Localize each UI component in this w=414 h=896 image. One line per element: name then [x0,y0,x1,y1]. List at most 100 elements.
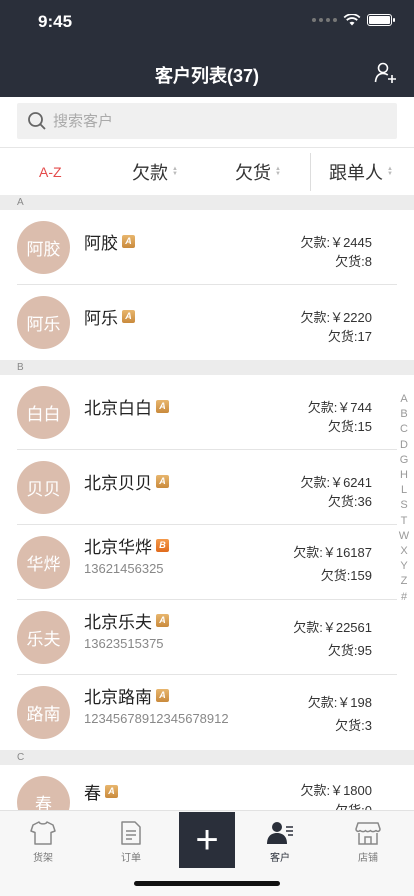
customer-phone: 12345678912345678912 [84,711,229,726]
level-badge: A [156,475,169,488]
status-icons [312,14,395,26]
customer-row[interactable]: 春 春A 欠款:￥1800 欠货:0 [0,765,414,810]
debt-amount: 欠款:￥2220 [300,310,372,325]
wifi-icon [343,14,361,26]
customer-name-text: 北京华烨 [84,538,152,557]
index-letter[interactable]: # [401,590,407,605]
goods-owed: 欠货:36 [327,494,372,509]
tab-orders[interactable]: 订单 [101,819,161,864]
customer-row[interactable]: 乐夫 北京乐夫 A 13623515375 欠款:￥22561 欠货:95 [0,600,414,675]
customer-list[interactable]: A 阿胶 阿胶 A 欠款:￥2445 欠货:8 阿乐 阿乐 A 欠款:￥2220 欠… [0,195,414,810]
index-letter[interactable]: T [401,514,408,529]
avatar: 白白 [17,386,70,439]
level-badge: A [105,785,118,798]
debt-amount: 欠款:￥16187 [293,545,372,560]
level-badge: A [156,400,169,413]
level-badge: A [156,689,169,702]
avatar: 阿胶 [17,221,70,274]
level-badge: A [156,614,169,627]
sort-follower-label: 跟单人 [329,163,383,183]
customer-row[interactable]: 阿胶 阿胶 A 欠款:￥2445 欠货:8 [0,210,414,285]
index-letter[interactable]: X [400,544,407,559]
customer-row[interactable]: 路南 北京路南 A 12345678912345678912 欠款:￥198 欠货… [0,675,414,750]
section-header: B [0,360,414,375]
index-letter[interactable]: C [400,422,408,437]
index-letter[interactable]: Z [401,574,408,589]
goods-owed: 欠货:3 [335,718,372,733]
tab-shelf[interactable]: 货架 [13,819,73,864]
index-letter[interactable]: H [400,468,408,483]
customer-name-text: 阿乐 [84,309,118,328]
add-button[interactable]: + [179,812,235,868]
sort-arrows-icon: ▲ ▼ [275,166,281,177]
customer-name: 北京乐夫 A [84,608,169,633]
customer-row[interactable]: 阿乐 阿乐 A 欠款:￥2220 欠货:17 [0,285,414,360]
avatar: 乐夫 [17,611,70,664]
customer-list-icon [267,822,293,844]
sort-goods-label: 欠货 [235,163,271,183]
add-user-icon[interactable] [374,61,398,85]
document-icon [121,821,141,845]
goods-owed: 欠货:17 [327,329,372,344]
signal-icon [312,18,337,22]
customer-name: 阿胶 A [84,229,135,254]
page-title: 客户列表(37) [154,66,259,86]
customer-name: 北京贝贝 A [84,469,169,494]
goods-owed: 欠货:0 [335,800,372,810]
index-letter[interactable]: L [401,483,407,498]
tab-store[interactable]: 店铺 [338,819,398,864]
debt-amount: 欠款:￥6241 [300,475,372,490]
search-box[interactable] [17,103,397,139]
index-letter[interactable]: D [400,438,408,453]
customer-row[interactable]: 贝贝 北京贝贝 A 欠款:￥6241 欠货:36 [0,450,414,525]
avatar: 华烨 [17,536,70,589]
goods-owed: 欠货:8 [335,254,372,269]
sort-goods-button[interactable]: 欠货 ▲ ▼ [235,148,281,196]
tab-orders-label: 订单 [121,853,141,864]
sort-debt-button[interactable]: 欠款 ▲ ▼ [132,148,178,196]
avatar: 贝贝 [17,461,70,514]
sort-bar: A-Z 欠款 ▲ ▼ 欠货 ▲ ▼ 跟单人 ▲ ▼ [0,147,414,195]
avatar: 春 [17,776,70,810]
goods-owed: 欠货:95 [327,643,372,658]
index-letter[interactable]: Y [400,559,407,574]
debt-amount: 欠款:￥22561 [293,620,372,635]
debt-amount: 欠款:￥1800 [300,783,372,798]
header: 9:45 客户列表(37) [0,0,414,97]
customer-name: 阿乐 A [84,304,135,329]
avatar: 阿乐 [17,296,70,349]
goods-owed: 欠货:15 [327,419,372,434]
index-letter[interactable]: W [399,529,409,544]
customer-row[interactable]: 华烨 北京华烨 B 13621456325 欠款:￥16187 欠货:159 [0,525,414,600]
customer-name-text: 春 [84,784,101,803]
customer-phone: 13621456325 [84,561,164,576]
debt-amount: 欠款:￥198 [307,695,372,710]
sort-follower-button[interactable]: 跟单人 ▲ ▼ [329,148,393,196]
level-badge: A [122,310,135,323]
index-letter[interactable]: B [400,407,407,422]
customer-row[interactable]: 白白 北京白白 A 欠款:￥744 欠货:15 [0,375,414,450]
index-letter[interactable]: G [400,453,409,468]
level-badge: B [156,539,169,552]
customer-phone: 13623515375 [84,636,164,651]
tab-store-label: 店铺 [358,853,378,864]
index-letter[interactable]: S [400,498,407,513]
debt-amount: 欠款:￥2445 [300,235,372,250]
alphabet-index[interactable]: A B C D G H L S T W X Y Z # [398,392,410,605]
index-letter[interactable]: A [400,392,407,407]
search-input[interactable] [53,112,353,130]
goods-owed: 欠货:159 [320,568,372,583]
customer-name-text: 北京贝贝 [84,474,152,493]
battery-icon [367,14,395,26]
tab-customers-label: 客户 [270,853,290,864]
customer-name: 北京白白 A [84,394,169,419]
customer-name: 春A [84,779,118,804]
customer-name: 北京华烨 B [84,533,169,558]
level-badge: A [122,235,135,248]
tab-customers[interactable]: 客户 [250,819,310,864]
sort-az-button[interactable]: A-Z [39,148,62,196]
customer-name-text: 阿胶 [84,234,118,253]
sort-arrows-icon: ▲ ▼ [172,166,178,177]
tab-shelf-label: 货架 [33,853,53,864]
divider [310,153,311,191]
